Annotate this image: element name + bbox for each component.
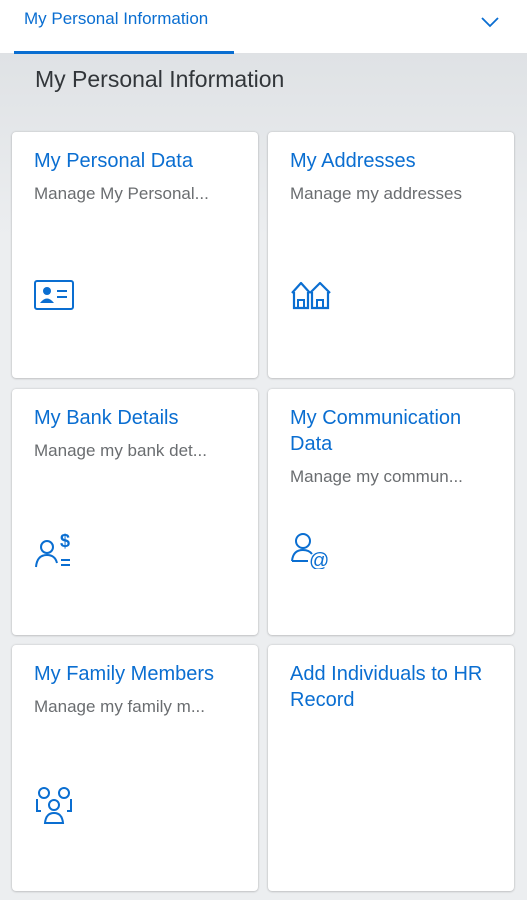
svg-text:$: $ [60, 531, 70, 551]
tile-title: My Personal Data [34, 150, 193, 172]
tile-subtitle: Manage my family m... [34, 697, 205, 716]
tile-my-family-members[interactable]: My Family Members Manage my family m... [12, 645, 258, 891]
tile-add-individuals-to-hr-record[interactable]: Add Individuals to HR Record [268, 645, 514, 891]
person-dollar-icon: $ [35, 531, 70, 568]
tile-title: My Communication Data [290, 407, 462, 455]
houses-icon [291, 281, 331, 310]
tile-my-bank-details[interactable]: My Bank Details Manage my bank det... $ [12, 389, 258, 635]
personal-information-section: My Personal Information My Personal Data… [0, 54, 527, 900]
top-tab-bar: My Personal Information [0, 0, 527, 54]
section-title: My Personal Information [35, 66, 285, 92]
chevron-down-icon[interactable] [478, 10, 502, 34]
tile-title: Add Individuals to HR Record [290, 663, 483, 711]
person-card-icon [34, 280, 74, 310]
tile-subtitle: Manage my commun... [290, 467, 463, 486]
tile-my-addresses[interactable]: My Addresses Manage my addresses [268, 132, 514, 378]
tile-subtitle: Manage my addresses [290, 184, 462, 203]
tab-my-personal-information[interactable]: My Personal Information [14, 0, 234, 54]
svg-text:@: @ [309, 550, 329, 569]
tile-title: My Family Members [34, 663, 215, 685]
person-at-icon: @ [291, 533, 329, 569]
tile-title: My Addresses [290, 150, 416, 172]
tile-my-communication-data[interactable]: My Communication Data Manage my commun..… [268, 389, 514, 635]
tile-subtitle: Manage My Personal... [34, 184, 209, 203]
tile-subtitle: Manage my bank det... [34, 441, 207, 460]
tab-label: My Personal Information [24, 9, 209, 28]
tile-my-personal-data[interactable]: My Personal Data Manage My Personal... [12, 132, 258, 378]
tile-title: My Bank Details [34, 407, 179, 429]
family-icon [36, 787, 72, 824]
